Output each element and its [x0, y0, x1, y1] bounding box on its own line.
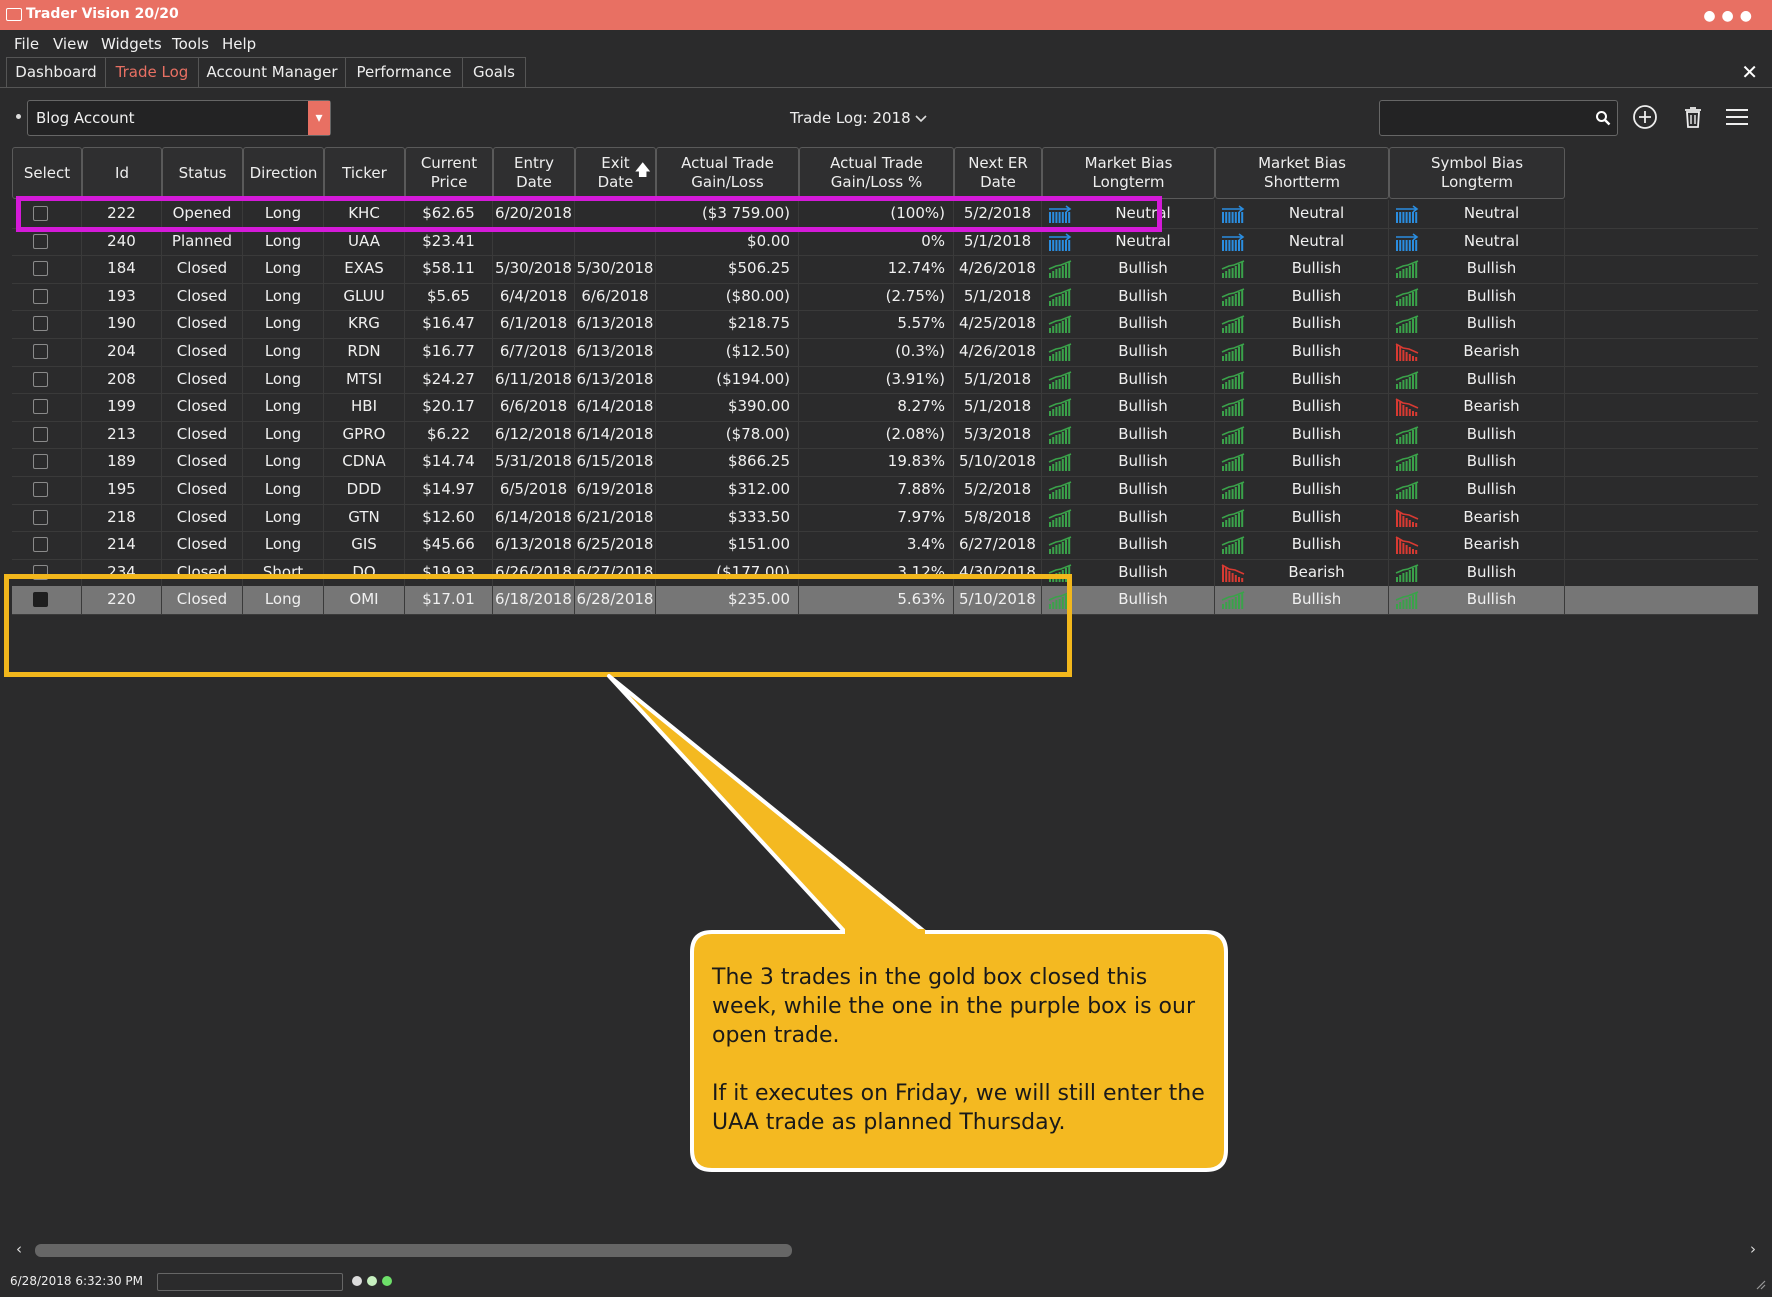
callout-text: The 3 trades in the gold box closed this… — [712, 963, 1212, 1166]
status-dot-icon — [382, 1276, 392, 1286]
status-dot-icon — [352, 1276, 362, 1286]
status-dot-icon — [367, 1276, 377, 1286]
status-timestamp: 6/28/2018 6:32:30 PM — [10, 1274, 144, 1288]
horizontal-scrollbar[interactable]: ‹ › — [12, 1240, 1760, 1260]
callout-paragraph: If it executes on Friday, we will still … — [712, 1081, 1205, 1135]
scroll-right-icon[interactable]: › — [1750, 1240, 1756, 1258]
scroll-left-icon[interactable]: ‹ — [16, 1240, 22, 1258]
scrollbar-thumb[interactable] — [35, 1244, 792, 1257]
progress-bar — [157, 1273, 343, 1291]
status-bar: 6/28/2018 6:32:30 PM — [0, 1268, 1772, 1297]
callout-paragraph: The 3 trades in the gold box closed this… — [712, 965, 1195, 1048]
resize-grip-icon[interactable] — [1754, 1278, 1766, 1290]
